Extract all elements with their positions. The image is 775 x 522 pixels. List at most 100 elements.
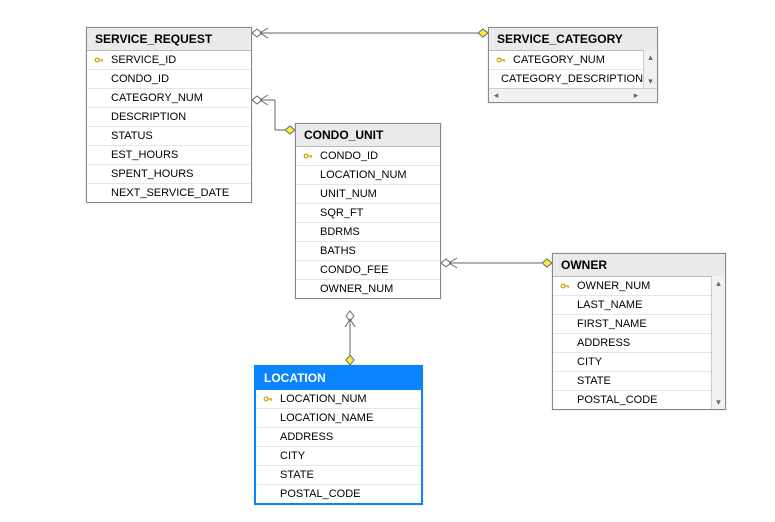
column-row[interactable]: CITY bbox=[256, 447, 421, 466]
table-owner[interactable]: OWNER OWNER_NUM LAST_NAME FIRST_NAME ADDRES… bbox=[552, 253, 726, 410]
primary-key-icon bbox=[559, 281, 571, 291]
column-list: LOCATION_NUM LOCATION_NAME ADDRESS CITY STAT… bbox=[256, 390, 421, 503]
scroll-up-icon[interactable] bbox=[712, 276, 726, 290]
column-name: LOCATION_NUM bbox=[320, 169, 407, 181]
table-header[interactable]: LOCATION bbox=[256, 367, 421, 390]
column-row[interactable]: CONDO_FEE bbox=[296, 261, 440, 280]
table-title: SERVICE_REQUEST bbox=[95, 32, 212, 46]
column-list: CONDO_ID LOCATION_NUM UNIT_NUM SQR_FT BDRMS B… bbox=[296, 147, 440, 298]
column-row[interactable]: NEXT_SERVICE_DATE bbox=[87, 184, 251, 202]
column-name: OWNER_NUM bbox=[320, 283, 393, 295]
table-condo-unit[interactable]: CONDO_UNIT CONDO_ID LOCATION_NUM UNIT_NUM S… bbox=[295, 123, 441, 299]
primary-key-icon bbox=[495, 55, 507, 65]
column-row[interactable]: CONDO_ID bbox=[87, 70, 251, 89]
primary-key-icon bbox=[93, 55, 105, 65]
table-header[interactable]: SERVICE_REQUEST bbox=[87, 28, 251, 51]
column-row[interactable]: SQR_FT bbox=[296, 204, 440, 223]
column-list: SERVICE_ID CONDO_ID CATEGORY_NUM DESCRIPTIO… bbox=[87, 51, 251, 202]
horizontal-scrollbar[interactable] bbox=[489, 88, 657, 102]
column-name: BATHS bbox=[320, 245, 356, 257]
er-diagram-canvas[interactable]: SERVICE_REQUEST SERVICE_ID CONDO_ID CATEGO… bbox=[0, 0, 775, 522]
column-name: LAST_NAME bbox=[577, 299, 642, 311]
scroll-down-icon[interactable] bbox=[712, 395, 726, 409]
column-row[interactable]: OWNER_NUM bbox=[553, 277, 711, 296]
primary-key-icon bbox=[302, 151, 314, 161]
scroll-left-icon[interactable] bbox=[489, 89, 503, 103]
column-row[interactable]: CATEGORY_NUM bbox=[489, 51, 643, 70]
column-row[interactable]: CITY bbox=[553, 353, 711, 372]
column-row[interactable]: STATE bbox=[553, 372, 711, 391]
scroll-right-icon[interactable] bbox=[629, 89, 643, 103]
column-name: SQR_FT bbox=[320, 207, 363, 219]
column-row[interactable]: BATHS bbox=[296, 242, 440, 261]
table-header[interactable]: SERVICE_CATEGORY bbox=[489, 28, 657, 51]
table-title: LOCATION bbox=[264, 371, 326, 385]
primary-key-icon bbox=[262, 394, 274, 404]
column-row[interactable]: STATUS bbox=[87, 127, 251, 146]
column-name: UNIT_NUM bbox=[320, 188, 377, 200]
column-name: STATE bbox=[280, 469, 314, 481]
column-row[interactable]: ADDRESS bbox=[553, 334, 711, 353]
column-name: CONDO_ID bbox=[111, 73, 169, 85]
column-row[interactable]: UNIT_NUM bbox=[296, 185, 440, 204]
table-title: CONDO_UNIT bbox=[304, 128, 383, 142]
rel-condo-unit-owner bbox=[441, 258, 552, 268]
column-row[interactable]: LOCATION_NAME bbox=[256, 409, 421, 428]
table-header[interactable]: OWNER bbox=[553, 254, 725, 277]
column-name: ADDRESS bbox=[577, 337, 630, 349]
column-name: OWNER_NUM bbox=[577, 280, 650, 292]
column-row[interactable]: SPENT_HOURS bbox=[87, 165, 251, 184]
vertical-scrollbar[interactable] bbox=[711, 276, 725, 409]
column-row[interactable]: CATEGORY_DESCRIPTION bbox=[489, 70, 643, 88]
column-name: POSTAL_CODE bbox=[280, 488, 361, 500]
column-name: NEXT_SERVICE_DATE bbox=[111, 187, 229, 199]
column-list: OWNER_NUM LAST_NAME FIRST_NAME ADDRESS CITY S… bbox=[553, 277, 725, 409]
table-header[interactable]: CONDO_UNIT bbox=[296, 124, 440, 147]
column-row[interactable]: CONDO_ID bbox=[296, 147, 440, 166]
rel-service-request-service-category bbox=[252, 28, 488, 38]
scroll-up-icon[interactable] bbox=[644, 50, 658, 64]
column-row[interactable]: DESCRIPTION bbox=[87, 108, 251, 127]
table-service-category[interactable]: SERVICE_CATEGORY CATEGORY_NUM CATEGORY_DE… bbox=[488, 27, 658, 103]
table-service-request[interactable]: SERVICE_REQUEST SERVICE_ID CONDO_ID CATEGO… bbox=[86, 27, 252, 203]
column-name: CATEGORY_NUM bbox=[111, 92, 203, 104]
column-name: LOCATION_NUM bbox=[280, 393, 367, 405]
column-name: DESCRIPTION bbox=[111, 111, 186, 123]
column-name: BDRMS bbox=[320, 226, 360, 238]
column-name: CITY bbox=[280, 450, 305, 462]
column-name: CITY bbox=[577, 356, 602, 368]
column-row[interactable]: FIRST_NAME bbox=[553, 315, 711, 334]
column-name: CATEGORY_NUM bbox=[513, 54, 605, 66]
column-row[interactable]: POSTAL_CODE bbox=[256, 485, 421, 503]
column-row[interactable]: OWNER_NUM bbox=[296, 280, 440, 298]
table-title: SERVICE_CATEGORY bbox=[497, 32, 623, 46]
column-row[interactable]: ADDRESS bbox=[256, 428, 421, 447]
column-name: EST_HOURS bbox=[111, 149, 178, 161]
column-row[interactable]: CATEGORY_NUM bbox=[87, 89, 251, 108]
column-name: CONDO_FEE bbox=[320, 264, 388, 276]
rel-condo-unit-location bbox=[345, 311, 355, 365]
column-row[interactable]: LAST_NAME bbox=[553, 296, 711, 315]
scroll-down-icon[interactable] bbox=[644, 74, 658, 88]
column-name: POSTAL_CODE bbox=[577, 394, 658, 406]
vertical-scrollbar[interactable] bbox=[643, 50, 657, 88]
column-row[interactable]: LOCATION_NUM bbox=[256, 390, 421, 409]
column-name: STATUS bbox=[111, 130, 153, 142]
column-name: CATEGORY_DESCRIPTION bbox=[501, 73, 643, 85]
column-name: STATE bbox=[577, 375, 611, 387]
column-name: CONDO_ID bbox=[320, 150, 378, 162]
column-name: SPENT_HOURS bbox=[111, 168, 194, 180]
column-name: SERVICE_ID bbox=[111, 54, 176, 66]
column-row[interactable]: STATE bbox=[256, 466, 421, 485]
table-location[interactable]: LOCATION LOCATION_NUM LOCATION_NAME ADDRES… bbox=[254, 365, 423, 505]
column-row[interactable]: SERVICE_ID bbox=[87, 51, 251, 70]
column-name: LOCATION_NAME bbox=[280, 412, 373, 424]
column-row[interactable]: POSTAL_CODE bbox=[553, 391, 711, 409]
column-row[interactable]: EST_HOURS bbox=[87, 146, 251, 165]
column-row[interactable]: LOCATION_NUM bbox=[296, 166, 440, 185]
column-name: ADDRESS bbox=[280, 431, 333, 443]
column-row[interactable]: BDRMS bbox=[296, 223, 440, 242]
rel-service-request-condo-unit bbox=[252, 95, 295, 134]
column-name: FIRST_NAME bbox=[577, 318, 647, 330]
table-title: OWNER bbox=[561, 258, 607, 272]
